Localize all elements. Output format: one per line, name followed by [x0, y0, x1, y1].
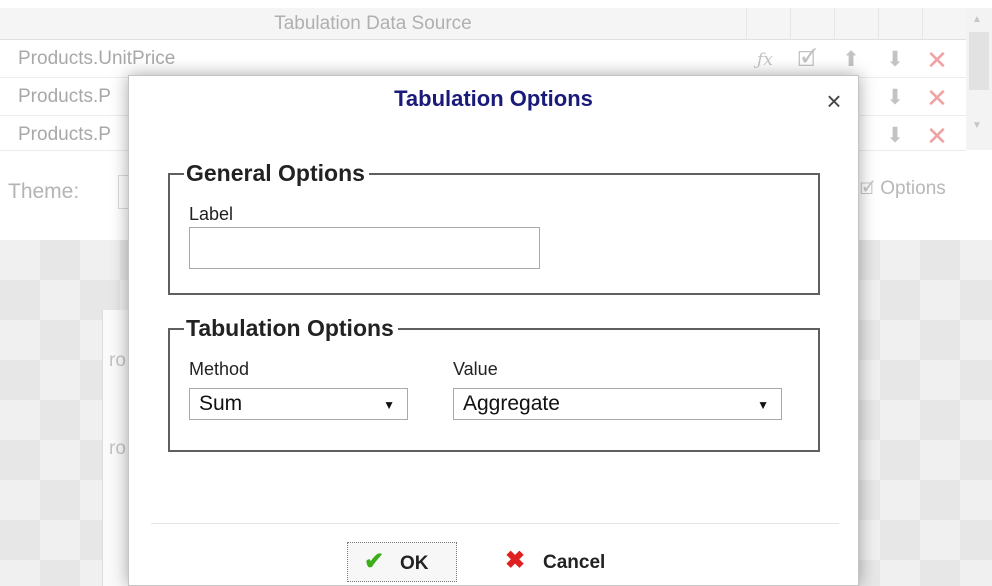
- delete-icon[interactable]: ✕: [924, 122, 950, 150]
- arrow-down-icon[interactable]: ⬇: [882, 122, 908, 150]
- label-caption: Label: [189, 204, 234, 224]
- chevron-down-icon: ▼: [757, 398, 769, 412]
- ok-button[interactable]: ✔ OK: [347, 542, 457, 582]
- datasource-row-name: Products.P: [18, 86, 111, 107]
- datasource-row-name: Products.UnitPrice: [18, 48, 176, 69]
- value-caption: Value: [453, 359, 498, 379]
- arrow-up-icon[interactable]: ⬆: [838, 46, 864, 74]
- dialog-title: Tabulation Options: [394, 86, 593, 111]
- edit-icon: 🗹: [860, 181, 875, 198]
- delete-icon[interactable]: ✕: [924, 46, 950, 74]
- method-select-value: Sum: [199, 392, 243, 415]
- canvas-text: ro: [109, 350, 126, 371]
- cancel-button[interactable]: ✖ Cancel: [499, 542, 639, 582]
- label-input[interactable]: [189, 227, 540, 269]
- cancel-icon: ✖: [505, 547, 526, 574]
- edit-icon[interactable]: 🗹: [794, 46, 820, 74]
- value-select[interactable]: Aggregate ▼: [453, 388, 782, 420]
- tabulation-options-dialog: Tabulation Options × General Options Lab…: [128, 75, 859, 586]
- formula-icon[interactable]: ƒx: [752, 46, 778, 74]
- arrow-down-icon[interactable]: ⬇: [882, 84, 908, 112]
- delete-icon[interactable]: ✕: [924, 84, 950, 112]
- value-select-value: Aggregate: [463, 392, 560, 415]
- cancel-label: Cancel: [543, 552, 606, 573]
- datasource-row[interactable]: Products.UnitPrice ƒx 🗹 ⬆ ⬇ ✕: [0, 41, 966, 78]
- ok-label: OK: [400, 553, 429, 574]
- datasource-header: Tabulation Data Source: [0, 8, 746, 40]
- datasource-row-name: Products.P: [18, 124, 111, 145]
- close-icon[interactable]: ×: [821, 88, 847, 114]
- options-label: Options: [880, 178, 946, 199]
- scroll-down-icon[interactable]: ▼: [972, 120, 982, 131]
- method-select[interactable]: Sum ▼: [189, 388, 408, 420]
- theme-label: Theme:: [8, 180, 80, 203]
- dialog-divider: [151, 523, 839, 524]
- tabulation-options-group: Tabulation Options Method Sum ▼ Value Ag…: [168, 315, 820, 452]
- tabulation-options-legend: Tabulation Options: [184, 315, 398, 342]
- options-button[interactable]: 🗹 Options: [860, 178, 946, 205]
- datasource-scrollbar[interactable]: ▲ ▼: [966, 8, 992, 150]
- checkmark-icon: ✔: [364, 548, 385, 575]
- general-options-group: General Options Label: [168, 160, 820, 295]
- general-options-legend: General Options: [184, 160, 369, 187]
- canvas-text: ro: [109, 438, 126, 459]
- datasource-header-actions: [746, 8, 966, 40]
- chevron-down-icon: ▼: [383, 398, 395, 412]
- scroll-up-icon[interactable]: ▲: [972, 14, 982, 25]
- arrow-down-icon[interactable]: ⬇: [882, 46, 908, 74]
- scroll-thumb[interactable]: [969, 32, 989, 90]
- method-caption: Method: [189, 359, 250, 379]
